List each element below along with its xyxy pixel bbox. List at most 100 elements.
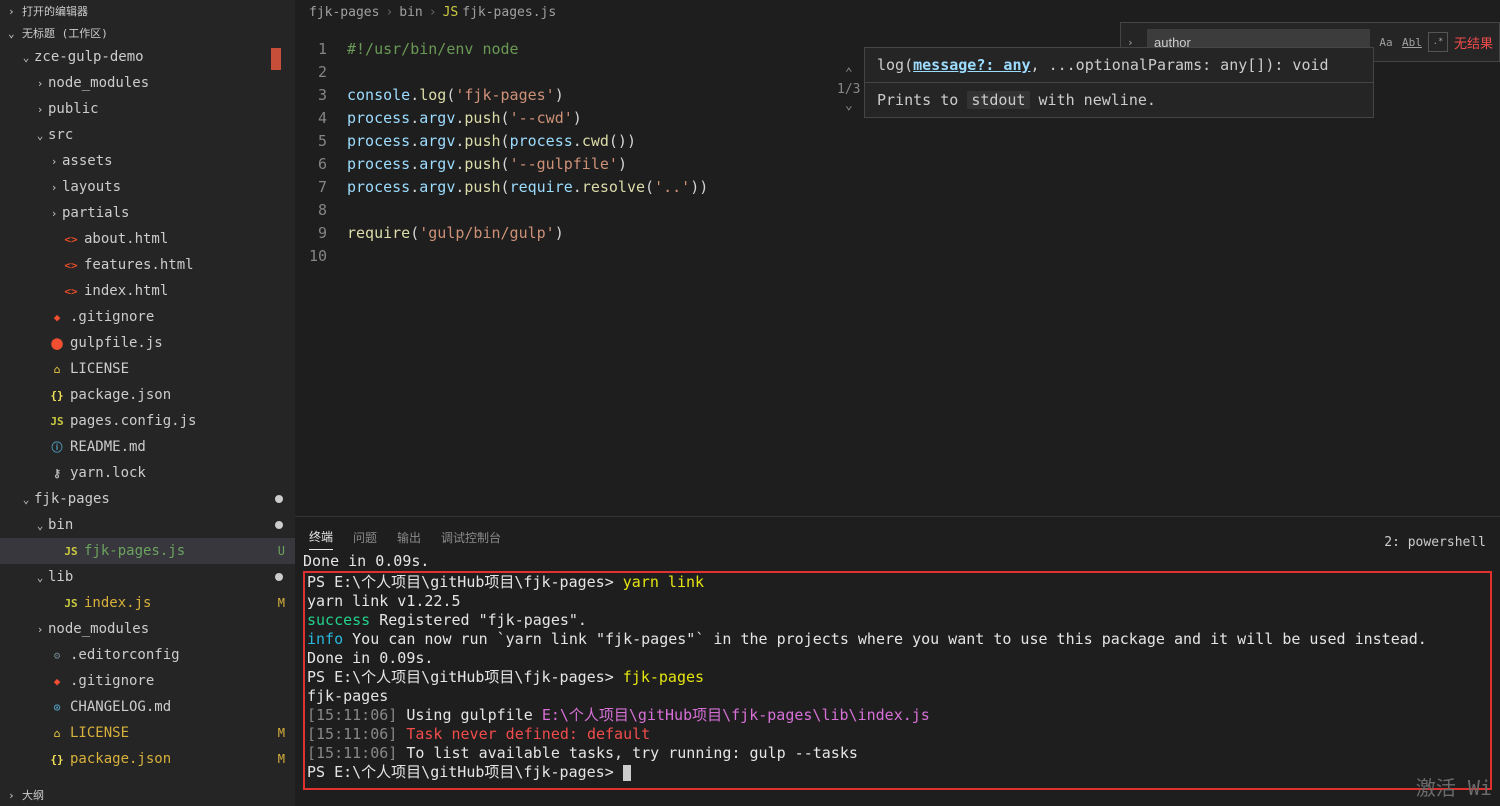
tree-label: features.html (84, 257, 295, 273)
code-editor[interactable]: 12345678910 #!/usr/bin/env nodeconsole.l… (295, 24, 1500, 516)
tree-item[interactable]: ›node_modules (0, 616, 295, 642)
activate-windows-watermark: 激活 Wi (1416, 779, 1492, 798)
crumb[interactable]: fjk-pages (309, 5, 379, 20)
breadcrumb[interactable]: fjk-pages › bin › JS fjk-pages.js (295, 0, 1500, 24)
find-result-count: 无结果 (1454, 33, 1493, 52)
tree-item[interactable]: ⌄fjk-pages (0, 486, 295, 512)
tree-item[interactable]: ›public (0, 96, 295, 122)
tree-item[interactable]: <>about.html (0, 226, 295, 252)
sidebar-section-outline[interactable]: › 大纲 (0, 784, 295, 806)
tree-label: .editorconfig (70, 647, 295, 663)
signature-text: log(message?: any, ...optionalParams: an… (865, 48, 1373, 83)
terminal-cursor (623, 765, 631, 781)
tree-label: CHANGELOG.md (70, 699, 295, 715)
tree-item[interactable]: ⓘREADME.md (0, 434, 295, 460)
file-icon: ⓘ (48, 438, 66, 456)
tree-label: fjk-pages.js (84, 543, 295, 559)
tree-item[interactable]: ◆.gitignore (0, 668, 295, 694)
chevron-right-icon: › (46, 155, 62, 168)
tree-label: lib (48, 569, 295, 585)
tree-item[interactable]: <>index.html (0, 278, 295, 304)
crumb[interactable]: bin (399, 5, 422, 20)
tree-item[interactable]: ⌄bin (0, 512, 295, 538)
tree-item[interactable]: JSfjk-pages.jsU (0, 538, 295, 564)
chevron-down-icon: ⌄ (8, 27, 22, 40)
match-whole-word-icon[interactable]: Abl (1402, 32, 1422, 52)
tree-item[interactable]: ⌂LICENSEM (0, 720, 295, 746)
chevron-up-icon[interactable]: ⌃ (837, 66, 860, 82)
chevron-down-icon: ⌄ (18, 51, 34, 64)
tree-item[interactable]: ⌄lib (0, 564, 295, 590)
tree-item[interactable]: ⌄src (0, 122, 295, 148)
modified-dot-icon (275, 573, 283, 581)
tree-label: yarn.lock (70, 465, 295, 481)
tree-item[interactable]: {}package.jsonM (0, 746, 295, 772)
chevron-right-icon: › (385, 5, 393, 20)
tree-item[interactable]: ⊙CHANGELOG.md (0, 694, 295, 720)
terminal-selector[interactable]: 2: powershell (1384, 535, 1486, 550)
panel-tabs: 终端 问题 输出 调试控制台 2: powershell (295, 517, 1500, 550)
crumb[interactable]: fjk-pages.js (462, 5, 556, 20)
tab-debug-console[interactable]: 调试控制台 (441, 525, 501, 550)
file-icon: {} (48, 750, 66, 768)
tree-label: src (48, 127, 295, 143)
tree-label: README.md (70, 439, 295, 455)
chevron-right-icon: › (8, 789, 22, 802)
tree-label: node_modules (48, 75, 295, 91)
tree-label: LICENSE (70, 725, 295, 741)
tree-label: .gitignore (70, 673, 295, 689)
chevron-right-icon: › (46, 207, 62, 220)
chevron-down-icon: ⌄ (32, 519, 48, 532)
tree-label: public (48, 101, 295, 117)
tree-label: .gitignore (70, 309, 295, 325)
file-icon: ⚙ (48, 646, 66, 664)
tree-item[interactable]: ›layouts (0, 174, 295, 200)
tree-item[interactable]: ⚷yarn.lock (0, 460, 295, 486)
file-icon: <> (62, 256, 80, 274)
git-decoration: M (278, 726, 285, 740)
tree-item[interactable]: {}package.json (0, 382, 295, 408)
tree-label: node_modules (48, 621, 295, 637)
chevron-right-icon: › (46, 181, 62, 194)
file-icon: ⚷ (48, 464, 66, 482)
terminal[interactable]: Done in 0.09s. PS E:\个人项目\gitHub项目\fjk-p… (295, 550, 1500, 806)
label: 大纲 (22, 787, 44, 803)
tree-label: index.html (84, 283, 295, 299)
tab-output[interactable]: 输出 (397, 525, 421, 550)
tree-item[interactable]: ⬤gulpfile.js (0, 330, 295, 356)
tree-item[interactable]: ⌂LICENSE (0, 356, 295, 382)
chevron-down-icon: ⌄ (18, 493, 34, 506)
tree-item[interactable]: ›assets (0, 148, 295, 174)
chevron-right-icon: › (32, 623, 48, 636)
signature-counter: 1/3 (837, 82, 860, 98)
tree-item[interactable]: ⚙.editorconfig (0, 642, 295, 668)
modified-dot-icon (275, 495, 283, 503)
file-tree: ⌄zce-gulp-demo›node_modules›public⌄src›a… (0, 44, 295, 784)
file-icon: {} (48, 386, 66, 404)
tree-item[interactable]: ◆.gitignore (0, 304, 295, 330)
tab-terminal[interactable]: 终端 (309, 524, 333, 550)
tree-item[interactable]: JSpages.config.js (0, 408, 295, 434)
tree-item[interactable]: ›node_modules (0, 70, 295, 96)
use-regex-icon[interactable]: .* (1428, 32, 1448, 52)
file-icon: JS (62, 594, 80, 612)
tree-item[interactable]: ›partials (0, 200, 295, 226)
sidebar-section-open-editors[interactable]: › 打开的编辑器 (0, 0, 295, 22)
tree-item[interactable]: JSindex.jsM (0, 590, 295, 616)
tree-item[interactable]: <>features.html (0, 252, 295, 278)
match-case-icon[interactable]: Aa (1376, 32, 1396, 52)
file-icon: ⊙ (48, 698, 66, 716)
tree-item[interactable]: ⌄zce-gulp-demo (0, 44, 295, 70)
error-marker-icon (271, 48, 281, 70)
file-icon: ⌂ (48, 360, 66, 378)
sidebar: › 打开的编辑器 ⌄ 无标题 (工作区) ⌄zce-gulp-demo›node… (0, 0, 295, 806)
signature-nav[interactable]: ⌃ 1/3 ⌄ (837, 66, 860, 114)
chevron-down-icon: ⌄ (32, 571, 48, 584)
tree-label: partials (62, 205, 295, 221)
chevron-down-icon: ⌄ (32, 129, 48, 142)
tab-problems[interactable]: 问题 (353, 525, 377, 550)
file-icon: JS (48, 412, 66, 430)
sidebar-section-workspace[interactable]: ⌄ 无标题 (工作区) (0, 22, 295, 44)
chevron-down-icon[interactable]: ⌄ (837, 98, 860, 114)
tree-label: zce-gulp-demo (34, 49, 295, 65)
